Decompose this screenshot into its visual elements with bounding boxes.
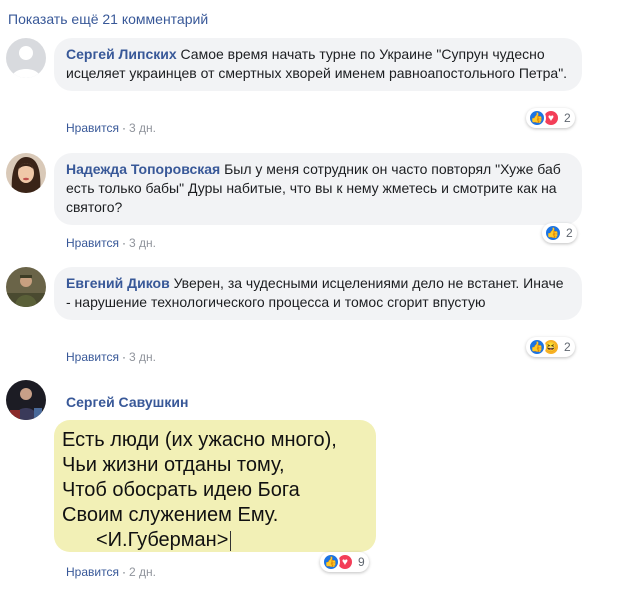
- poem-line: Своим служением Ему.: [62, 504, 279, 526]
- like-link[interactable]: Нравится: [66, 350, 119, 364]
- timestamp[interactable]: 3 дн.: [129, 121, 156, 135]
- avatar[interactable]: [6, 380, 46, 420]
- user-photo-icon: [6, 267, 46, 307]
- comment-actions: Нравится · 3 дн.: [66, 121, 156, 135]
- reaction-count: 9: [358, 555, 365, 569]
- reactions-summary[interactable]: 👍 ♥ 9: [320, 552, 369, 572]
- poem-line: Есть люди (их ужасно много),: [62, 429, 337, 451]
- reactions-summary[interactable]: 👍 😆 2: [526, 337, 575, 357]
- comment-author[interactable]: Сергей Савушкин: [66, 394, 188, 410]
- comment-author[interactable]: Надежда Топоровская: [66, 161, 220, 177]
- user-photo-icon: [6, 380, 46, 420]
- like-link[interactable]: Нравится: [66, 121, 119, 135]
- like-link[interactable]: Нравится: [66, 236, 119, 250]
- comment-actions: Нравится · 3 дн.: [66, 236, 156, 250]
- comment-bubble: Надежда Топоровская Был у меня сотрудник…: [54, 153, 582, 225]
- default-avatar-icon: [6, 38, 46, 78]
- reactions-summary[interactable]: 👍 2: [542, 223, 577, 243]
- reaction-count: 2: [564, 340, 571, 354]
- timestamp[interactable]: 3 дн.: [129, 236, 156, 250]
- user-photo-icon: [6, 153, 46, 193]
- like-reaction-icon: 👍: [322, 553, 340, 571]
- like-reaction-icon: 👍: [528, 338, 546, 356]
- timestamp[interactable]: 2 дн.: [129, 565, 156, 579]
- timestamp[interactable]: 3 дн.: [129, 350, 156, 364]
- like-link[interactable]: Нравится: [66, 565, 119, 579]
- comment-author-line: Сергей Савушкин: [66, 394, 188, 410]
- comment-actions: Нравится · 3 дн.: [66, 350, 156, 364]
- comment-author[interactable]: Евгений Диков: [66, 275, 170, 291]
- avatar[interactable]: [6, 38, 46, 78]
- poem-line: Чьи жизни отданы тому,: [62, 454, 285, 476]
- avatar[interactable]: [6, 153, 46, 193]
- comment-author[interactable]: Сергей Липских: [66, 46, 177, 62]
- text-cursor: [230, 530, 232, 551]
- avatar[interactable]: [6, 267, 46, 307]
- poem-line: Чтоб обосрать идею Бога: [62, 479, 300, 501]
- like-reaction-icon: 👍: [544, 224, 562, 242]
- comment-bubble: Сергей Липских Самое время начать турне …: [54, 38, 582, 91]
- comment-actions: Нравится · 2 дн.: [66, 565, 156, 579]
- show-more-comments-link[interactable]: Показать ещё 21 комментарий: [8, 11, 208, 27]
- reaction-count: 2: [566, 226, 573, 240]
- poem-signature: <И.Губерман>: [96, 529, 229, 551]
- comment-bubble: Евгений Диков Уверен, за чудесными исцел…: [54, 267, 582, 320]
- reactions-summary[interactable]: 👍 ♥ 2: [526, 108, 575, 128]
- comment-image[interactable]: Есть люди (их ужасно много), Чьи жизни о…: [54, 420, 376, 552]
- like-reaction-icon: 👍: [528, 109, 546, 127]
- reaction-count: 2: [564, 111, 571, 125]
